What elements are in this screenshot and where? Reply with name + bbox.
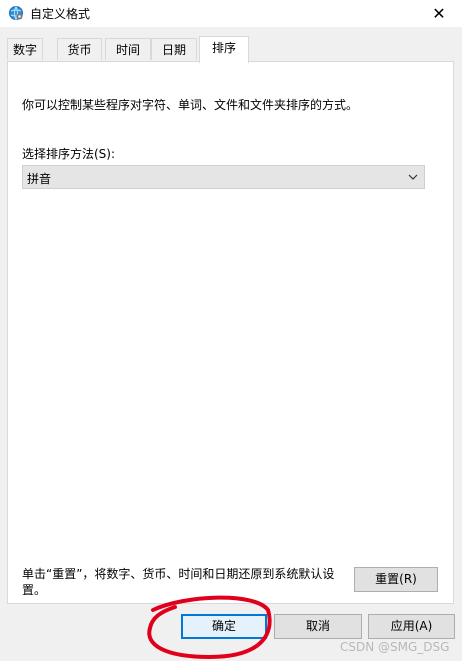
ok-button[interactable]: 确定 <box>181 614 267 639</box>
tab-date[interactable]: 日期 <box>151 38 197 60</box>
sort-method-select[interactable]: 拼音 <box>22 165 425 189</box>
cancel-button[interactable]: 取消 <box>274 614 362 639</box>
tab-time[interactable]: 时间 <box>105 38 151 60</box>
tab-number[interactable]: 数字 <box>7 38 43 60</box>
close-button[interactable]: ✕ <box>416 0 462 27</box>
tab-sort[interactable]: 排序 <box>199 36 249 63</box>
watermark: CSDN @SMG_DSG <box>340 640 450 654</box>
chevron-down-icon <box>408 174 418 180</box>
tab-currency[interactable]: 货币 <box>57 38 102 60</box>
reset-note: 单击“重置”，将数字、货币、时间和日期还原到系统默认设置。 <box>22 567 335 597</box>
sort-description: 你可以控制某些程序对字符、单词、文件和文件夹排序的方式。 <box>22 98 359 112</box>
sort-panel: 你可以控制某些程序对字符、单词、文件和文件夹排序的方式。 选择排序方法(S): … <box>7 61 454 604</box>
sort-method-label: 选择排序方法(S): <box>22 147 116 161</box>
window-title: 自定义格式 <box>30 7 91 21</box>
reset-button[interactable]: 重置(R) <box>354 567 438 592</box>
apply-button[interactable]: 应用(A) <box>368 614 455 639</box>
sort-method-value: 拼音 <box>27 172 52 186</box>
globe-settings-icon <box>9 6 23 21</box>
title-bar: 自定义格式 ✕ <box>0 0 462 27</box>
